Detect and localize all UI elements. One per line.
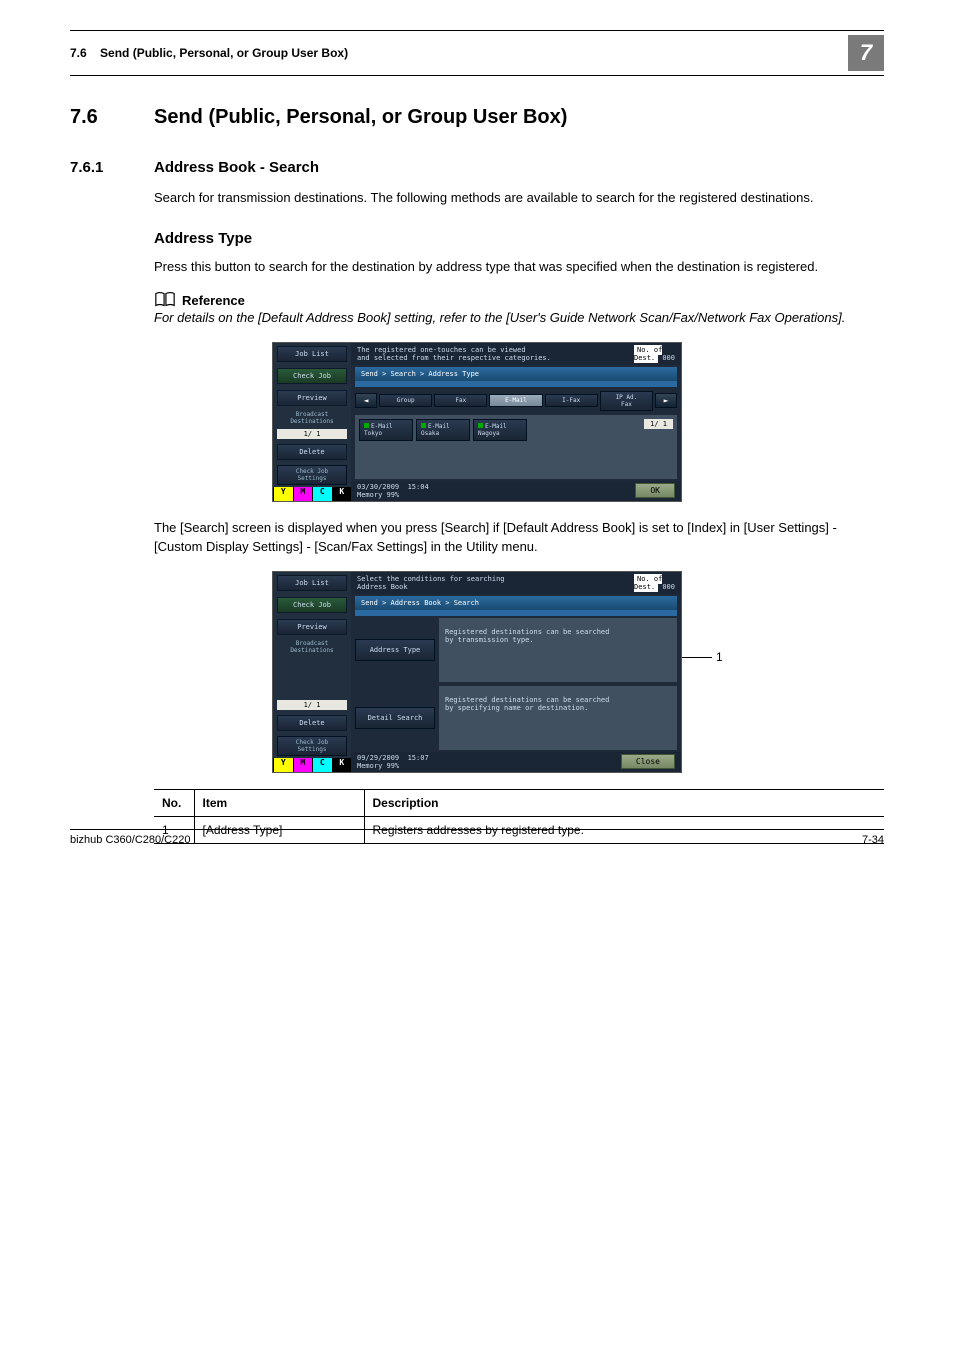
- breadcrumb: Send > Search > Address Type: [355, 367, 677, 381]
- ok-button[interactable]: OK: [635, 483, 675, 498]
- subsection-number: 7.6.1: [70, 159, 130, 176]
- callout-number-1: 1: [716, 650, 723, 664]
- subsection-heading: 7.6.1 Address Book - Search: [70, 159, 884, 176]
- delete-button[interactable]: Delete: [277, 715, 347, 731]
- page-footer: bizhub C360/C280/C220 7-34: [70, 829, 884, 846]
- check-job-settings-button[interactable]: Check Job Settings: [277, 736, 347, 756]
- reference-label: Reference: [182, 293, 245, 308]
- dest-count-value: 000: [662, 354, 675, 362]
- detail-search-button[interactable]: Detail Search: [355, 707, 435, 729]
- job-list-button[interactable]: Job List: [277, 346, 347, 362]
- screenshot-address-type: Job List Check Job Preview Broadcast Des…: [272, 342, 682, 502]
- footer-page: 7-34: [862, 834, 884, 846]
- dest-card-nagoya[interactable]: E-MailNagoya: [473, 419, 527, 441]
- body-paragraph: Search for transmission destinations. Th…: [154, 188, 884, 208]
- section-title: Send (Public, Personal, or Group User Bo…: [154, 106, 567, 129]
- dest-count-value: 000: [662, 583, 675, 591]
- screen-message: The registered one-touches can be viewed…: [357, 346, 551, 362]
- screen-message: Select the conditions for searching Addr…: [357, 575, 505, 591]
- status-time: 15:04: [408, 483, 429, 491]
- book-icon: [154, 290, 176, 308]
- job-list-button[interactable]: Job List: [277, 575, 347, 591]
- section-heading: 7.6 Send (Public, Personal, or Group Use…: [70, 106, 884, 129]
- tab-group[interactable]: Group: [379, 394, 432, 407]
- broadcast-label: Broadcast Destinations: [273, 411, 351, 425]
- header-section-no: 7.6: [70, 46, 87, 60]
- status-memory: Memory 99%: [357, 762, 399, 770]
- dest-count-label: No. of Dest.: [634, 574, 662, 592]
- delete-button[interactable]: Delete: [277, 444, 347, 460]
- dest-count-label: No. of Dest.: [634, 345, 662, 363]
- toner-levels: YMCK: [273, 487, 351, 501]
- close-button[interactable]: Close: [621, 754, 675, 769]
- reference-heading: Reference: [154, 290, 884, 308]
- tab-email[interactable]: E-Mail: [489, 394, 542, 407]
- toner-levels: YMCK: [273, 758, 351, 772]
- tabs-left-arrow[interactable]: ◄: [355, 393, 377, 408]
- address-type-description: Registered destinations can be searched …: [439, 618, 677, 682]
- tabs-right-arrow[interactable]: ►: [655, 393, 677, 408]
- reference-text: For details on the [Default Address Book…: [154, 308, 884, 328]
- tab-fax[interactable]: Fax: [434, 394, 487, 407]
- detail-search-description: Registered destinations can be searched …: [439, 686, 677, 750]
- th-desc: Description: [364, 789, 884, 816]
- dest-card-osaka[interactable]: E-MailOsaka: [416, 419, 470, 441]
- status-memory: Memory 99%: [357, 491, 399, 499]
- address-type-button[interactable]: Address Type: [355, 639, 435, 661]
- preview-button[interactable]: Preview: [277, 619, 347, 635]
- breadcrumb: Send > Address Book > Search: [355, 596, 677, 610]
- status-date: 09/29/2009: [357, 754, 399, 762]
- footer-product: bizhub C360/C280/C220: [70, 834, 190, 846]
- body-page-indicator: 1/ 1: [644, 419, 673, 429]
- dest-card-tokyo[interactable]: E-MailTokyo: [359, 419, 413, 441]
- left-page-indicator: 1/ 1: [277, 429, 347, 439]
- left-page-indicator: 1/ 1: [277, 700, 347, 710]
- check-job-button[interactable]: Check Job: [277, 597, 347, 613]
- status-time: 15:07: [408, 754, 429, 762]
- check-job-button[interactable]: Check Job: [277, 368, 347, 384]
- chapter-number-badge: 7: [848, 35, 884, 71]
- check-job-settings-button[interactable]: Check Job Settings: [277, 465, 347, 485]
- section-number: 7.6: [70, 106, 130, 129]
- body-paragraph: The [Search] screen is displayed when yo…: [154, 518, 884, 557]
- body-paragraph: Press this button to search for the dest…: [154, 257, 884, 277]
- th-item: Item: [194, 789, 364, 816]
- tab-ipfax[interactable]: IP Ad. Fax: [600, 391, 653, 411]
- callout-line: [682, 657, 712, 658]
- screenshot-search: Job List Check Job Preview Broadcast Des…: [272, 571, 682, 773]
- header-section-title: Send (Public, Personal, or Group User Bo…: [100, 46, 348, 60]
- broadcast-label: Broadcast Destinations: [273, 640, 351, 654]
- th-no: No.: [154, 789, 194, 816]
- subsection-title: Address Book - Search: [154, 159, 319, 176]
- sub-heading-address-type: Address Type: [154, 230, 884, 247]
- tab-ifax[interactable]: I-Fax: [545, 394, 598, 407]
- page-header: 7.6 Send (Public, Personal, or Group Use…: [70, 35, 884, 71]
- preview-button[interactable]: Preview: [277, 390, 347, 406]
- status-date: 03/30/2009: [357, 483, 399, 491]
